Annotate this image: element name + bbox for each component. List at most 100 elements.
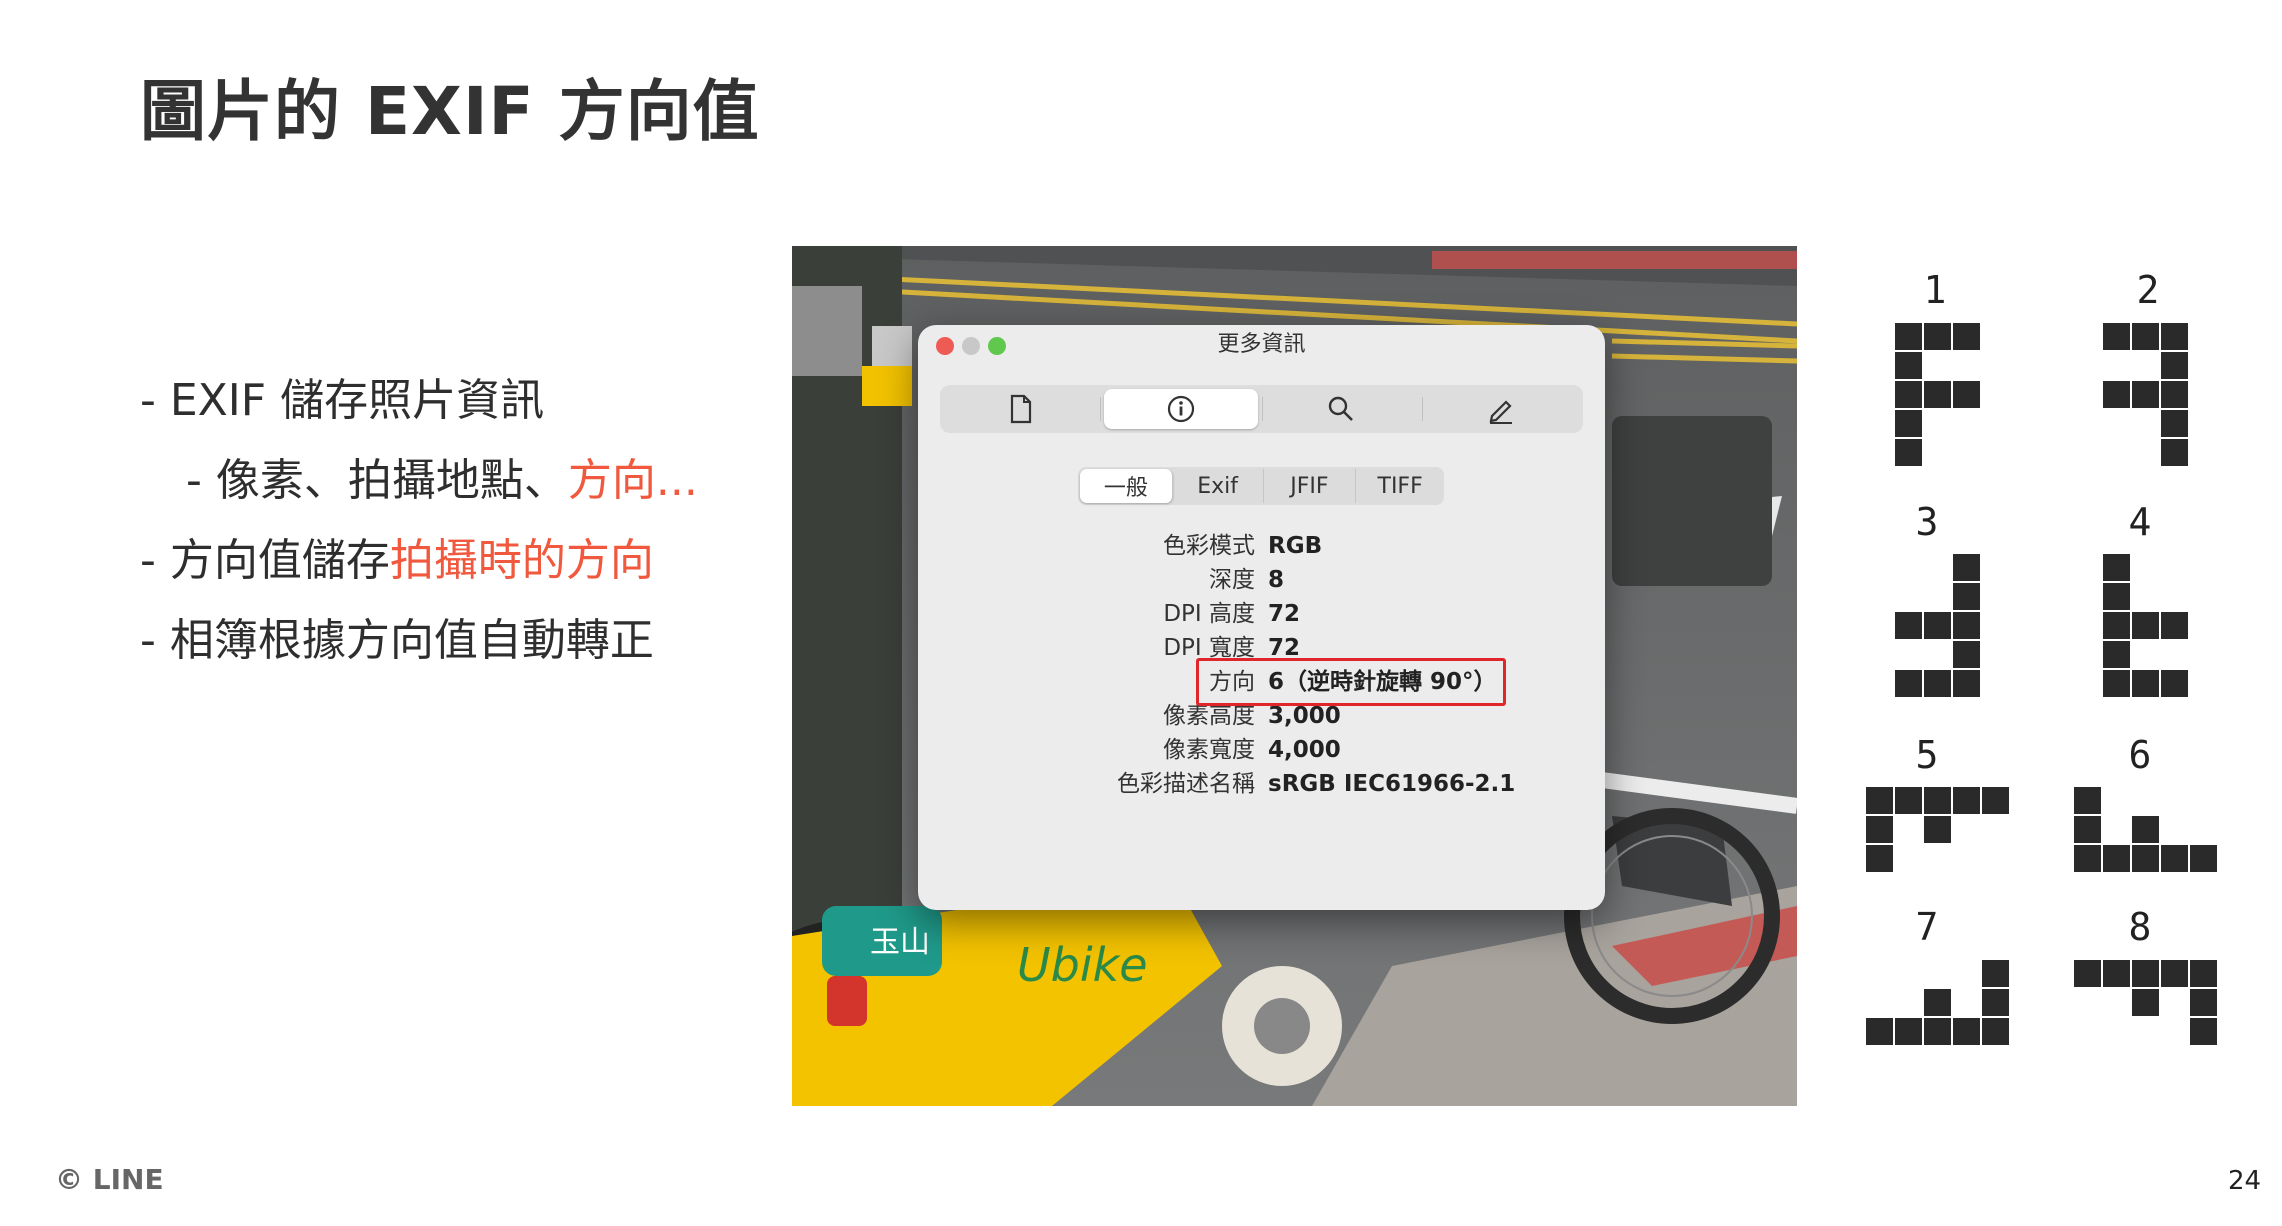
orientation-glyph-cell xyxy=(2074,816,2101,843)
orientation-glyph-cell xyxy=(2132,960,2159,987)
info-key: 深度 xyxy=(1209,567,1255,593)
orientation-glyph-cell xyxy=(2132,381,2159,408)
info-value: RGB xyxy=(1268,533,1323,559)
orientation-glyph-cell xyxy=(2132,612,2159,639)
orientation-glyph-cell xyxy=(2132,989,2159,1016)
orientation-number: 5 xyxy=(1915,733,1939,777)
slide-title: 圖片的 EXIF 方向值 xyxy=(140,73,760,150)
orientation-glyph-cell xyxy=(2103,641,2130,668)
orientation-glyph-cell xyxy=(2190,845,2217,872)
search-icon xyxy=(1328,396,1353,421)
info-key: 色彩描述名稱 xyxy=(1117,771,1255,797)
orientation-glyph-cell xyxy=(2103,670,2130,697)
orientation-glyph-cell xyxy=(1924,612,1951,639)
info-row-depth: 深度 8 xyxy=(918,563,1605,597)
orientation-glyph-cell xyxy=(1895,410,1922,437)
orientation-number: 3 xyxy=(1915,500,1939,544)
bullet-details-text: - 像素、拍攝地點、 xyxy=(186,455,568,506)
orientation-glyph-cell xyxy=(2132,816,2159,843)
tab-general[interactable]: 一般 xyxy=(1080,469,1173,503)
toolbar-info-button[interactable] xyxy=(1104,389,1258,429)
orientation-glyph-cell xyxy=(2161,845,2188,872)
orientation-glyph-cell xyxy=(1895,1018,1922,1045)
dialog-toolbar xyxy=(940,385,1583,433)
info-row-color-model: 色彩模式 RGB xyxy=(918,529,1605,563)
page-number: 24 xyxy=(2228,1166,2262,1196)
orientation-glyph-cell xyxy=(1953,612,1980,639)
line-logo: © LINE xyxy=(55,1163,164,1196)
orientation-glyph-cell xyxy=(2190,960,2217,987)
orientation-glyph-cell xyxy=(1924,670,1951,697)
orientation-glyph-cell xyxy=(1953,641,1980,668)
info-key: 像素寬度 xyxy=(1163,737,1255,763)
orientation-glyph-cell xyxy=(2190,1018,2217,1045)
ubike-logo: Ubike xyxy=(1017,938,1148,992)
orientation-glyph-cell xyxy=(1895,439,1922,466)
orientation-glyph-cell xyxy=(1953,323,1980,350)
orientation-number: 6 xyxy=(2128,733,2152,777)
orientation-glyph-cell xyxy=(2161,410,2188,437)
orientation-glyph-cell xyxy=(1866,845,1893,872)
orientation-number: 7 xyxy=(1915,905,1939,949)
orientation-glyph-cell xyxy=(1895,787,1922,814)
bullet-details: - 像素、拍攝地點、方向... xyxy=(186,444,698,508)
orientation-glyph-cell xyxy=(1953,670,1980,697)
orientation-glyph-cell xyxy=(1924,323,1951,350)
orientation-glyph-cell xyxy=(1924,381,1951,408)
edit-icon xyxy=(1489,400,1512,424)
info-tabs: 一般 Exif JFIF TIFF xyxy=(1078,467,1444,505)
info-value: 72 xyxy=(1268,601,1301,627)
orientation-number: 1 xyxy=(1923,268,1947,312)
orientation-glyph-cell xyxy=(1895,381,1922,408)
info-icon xyxy=(1167,395,1195,423)
dialog-title: 更多資訊 xyxy=(1217,332,1306,357)
orientation-glyph-cell xyxy=(1924,989,1951,1016)
toolbar-edit-button[interactable] xyxy=(1424,389,1578,429)
orientation-glyph-cell xyxy=(1895,670,1922,697)
orientation-glyph-cell xyxy=(2161,960,2188,987)
orientation-glyph-cell xyxy=(1953,381,1980,408)
tab-tiff[interactable]: TIFF xyxy=(1356,469,1444,503)
orientation-glyph-cell xyxy=(2103,960,2130,987)
orientation-glyph-cell xyxy=(1982,989,2009,1016)
orientation-glyph-cell xyxy=(1895,352,1922,379)
orientation-glyph-cell xyxy=(1895,612,1922,639)
orientation-glyph-cell xyxy=(2103,583,2130,610)
orientation-glyph-cell xyxy=(1924,816,1951,843)
orientation-glyph-cell xyxy=(2074,845,2101,872)
orientation-glyph-cell xyxy=(1924,787,1951,814)
bullet-album: - 相簿根據方向值自動轉正 xyxy=(140,615,654,666)
orientation-glyph-cell xyxy=(1866,1018,1893,1045)
orientation-glyph-cell xyxy=(2161,352,2188,379)
orientation-glyph-cell xyxy=(1953,787,1980,814)
tab-exif[interactable]: Exif xyxy=(1173,469,1264,503)
file-icon xyxy=(1010,394,1032,424)
orientation-glyph-cell xyxy=(2103,323,2130,350)
orientation-glyph-cell xyxy=(1866,787,1893,814)
info-value: sRGB IEC61966-2.1 xyxy=(1268,771,1516,797)
info-value: 8 xyxy=(1268,567,1285,593)
orientation-glyph-cell xyxy=(1982,1018,2009,1045)
orientation-glyph-cell xyxy=(1982,960,2009,987)
tab-jfif[interactable]: JFIF xyxy=(1264,469,1357,503)
orientation-glyph-cell xyxy=(2074,787,2101,814)
orientation-glyph-cell xyxy=(1924,1018,1951,1045)
toolbar-file-button[interactable] xyxy=(944,389,1098,429)
info-value: 4,000 xyxy=(1268,737,1341,763)
toolbar-search-button[interactable] xyxy=(1264,389,1418,429)
orientation-glyph-cell xyxy=(1866,816,1893,843)
orientation-glyph-cell xyxy=(2161,323,2188,350)
orientation-highlight-box xyxy=(1196,658,1506,706)
orientation-glyph-cell xyxy=(1982,787,2009,814)
orientation-glyph-cell xyxy=(2103,845,2130,872)
orientation-glyph-cell xyxy=(2103,612,2130,639)
orientation-glyph-cell xyxy=(2161,381,2188,408)
orientation-glyph-cell xyxy=(1895,323,1922,350)
info-row-color-profile: 色彩描述名稱 sRGB IEC61966-2.1 xyxy=(918,767,1605,801)
orientation-number: 4 xyxy=(2128,500,2152,544)
bullet-orientation-highlight: 拍攝時的方向 xyxy=(389,535,654,586)
info-row-dpi-height: DPI 高度 72 xyxy=(918,597,1605,631)
orientation-glyph-cell xyxy=(2190,989,2217,1016)
orientation-glyph-cell xyxy=(1953,583,1980,610)
orientation-glyph-cell xyxy=(2103,554,2130,581)
